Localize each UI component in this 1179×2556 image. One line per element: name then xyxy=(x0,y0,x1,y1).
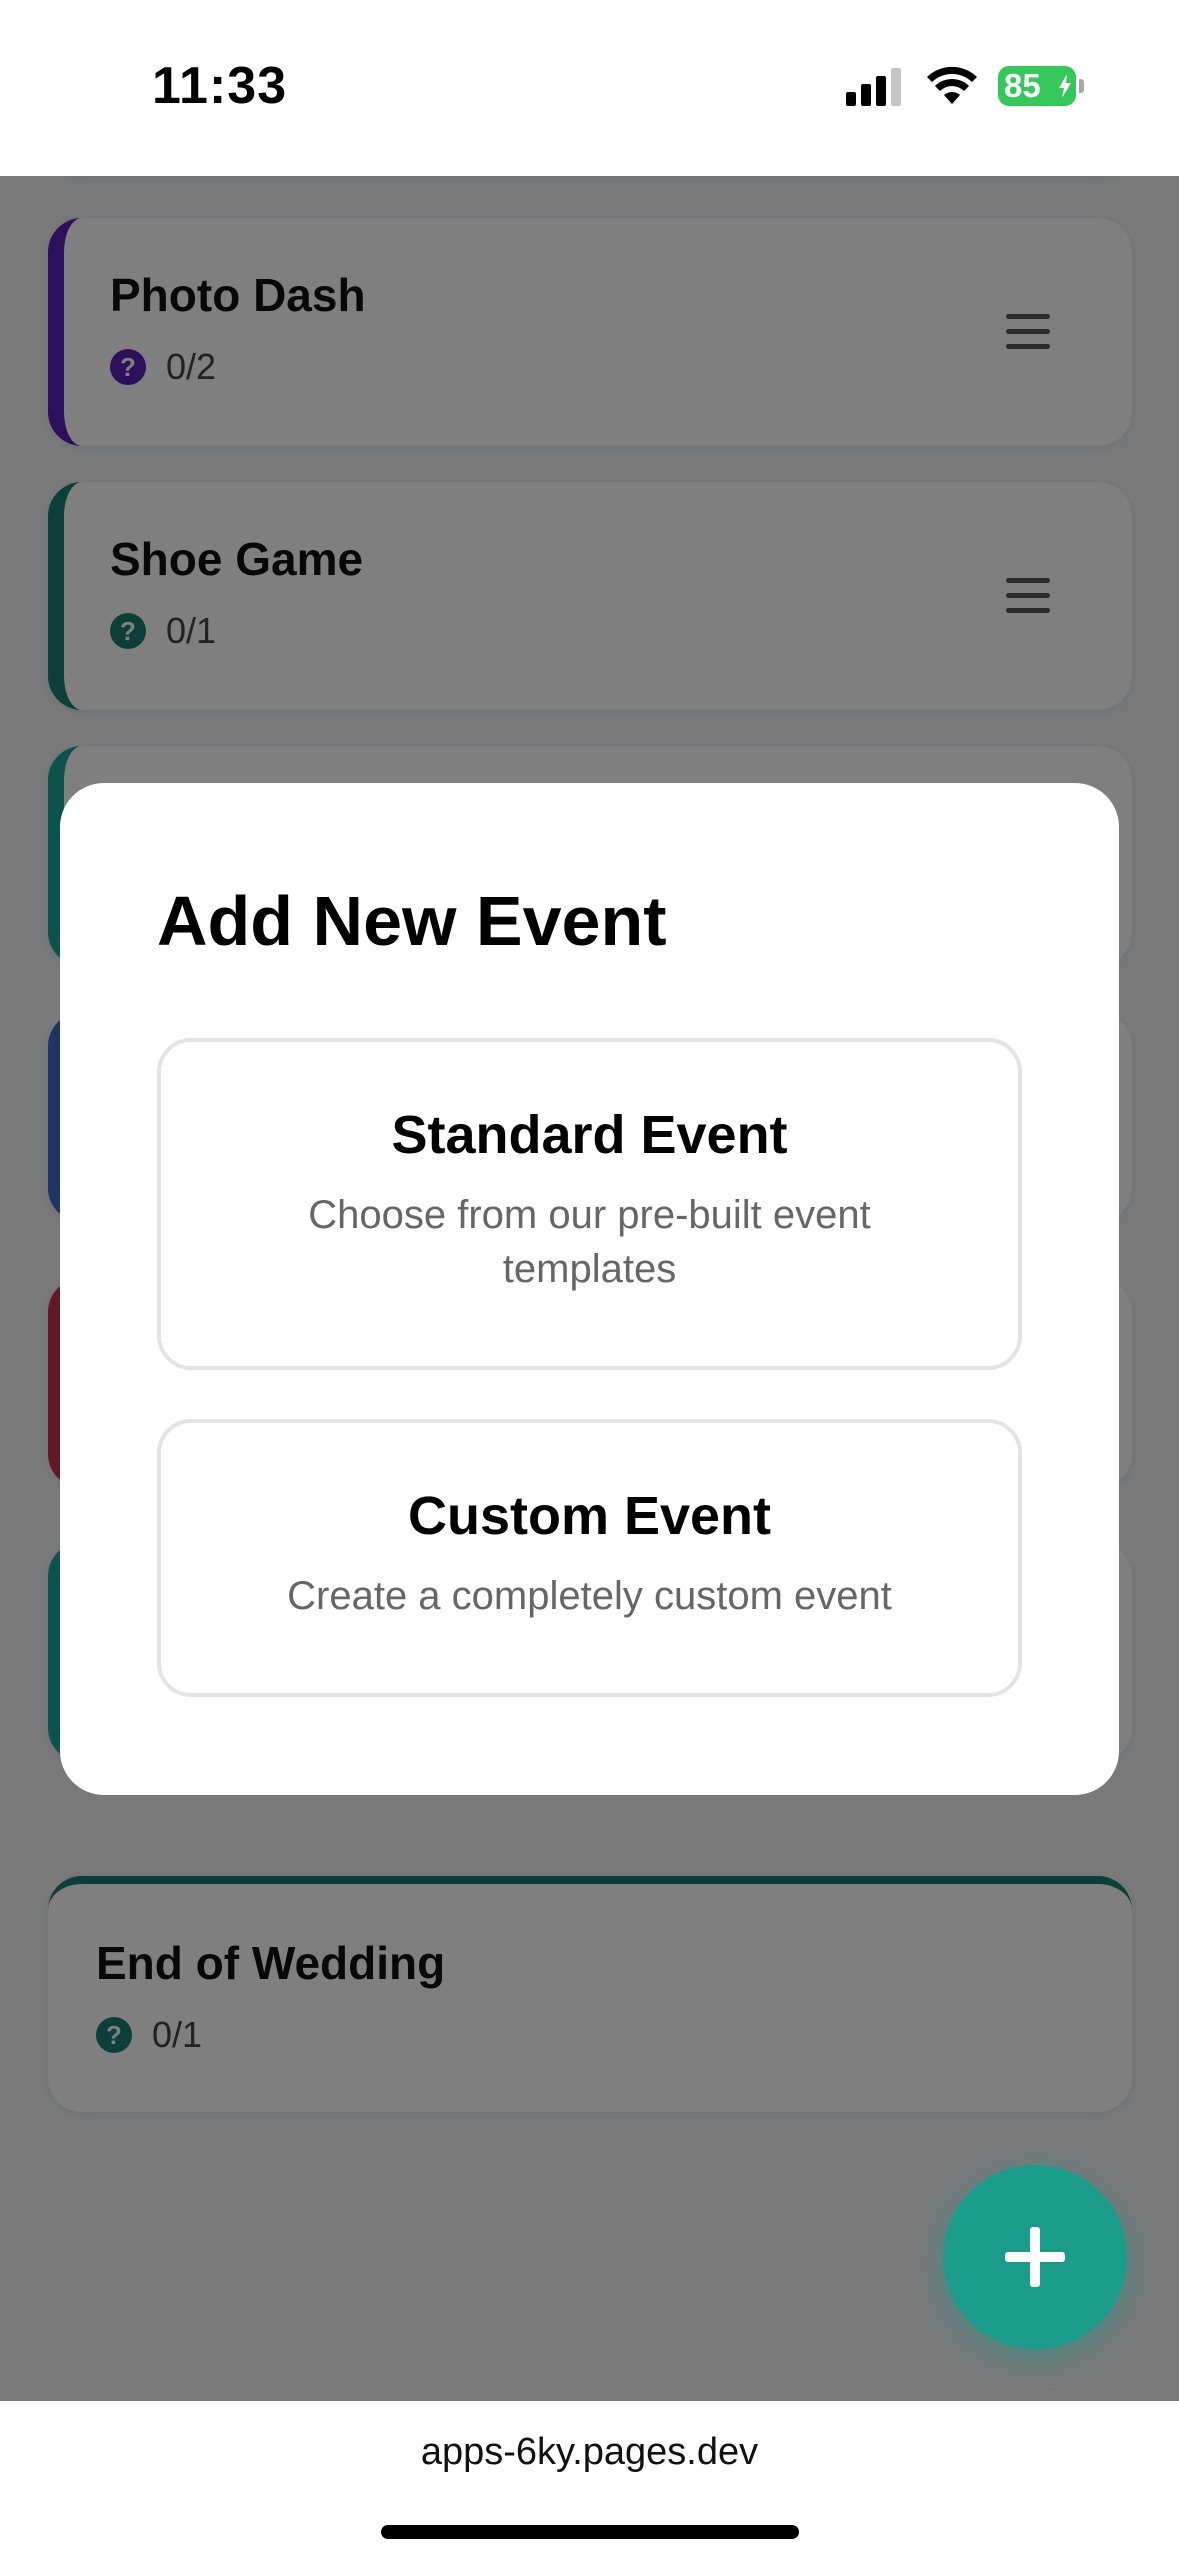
battery-level: 85 xyxy=(1004,67,1041,104)
option-description: Create a completely custom event xyxy=(287,1574,892,1618)
browser-url-bar[interactable]: apps-6ky.pages.dev xyxy=(0,2401,1179,2556)
url-text[interactable]: apps-6ky.pages.dev xyxy=(0,2431,1179,2474)
plus-icon xyxy=(1005,2227,1065,2287)
dialog-title: Add New Event xyxy=(157,882,667,960)
option-title: Custom Event xyxy=(407,1486,772,1546)
add-event-button[interactable] xyxy=(943,2165,1127,2349)
charging-bolt-icon xyxy=(1059,74,1071,98)
add-event-dialog: Add New Event Standard Event Choose from… xyxy=(60,783,1119,1795)
standard-event-option[interactable]: Standard Event Choose from our pre-built… xyxy=(157,1038,1022,1370)
battery-icon: 85 xyxy=(998,66,1084,106)
custom-event-option[interactable]: Custom Event Create a completely custom … xyxy=(157,1419,1022,1697)
option-title: Standard Event xyxy=(391,1105,788,1165)
option-description: Choose from our pre-built event template… xyxy=(308,1193,871,1291)
home-indicator[interactable] xyxy=(381,2525,799,2539)
status-time: 11:33 xyxy=(152,57,288,115)
wifi-icon xyxy=(927,66,977,104)
signal-icon xyxy=(846,68,901,106)
status-bar: 11:33 85 xyxy=(0,0,1179,176)
